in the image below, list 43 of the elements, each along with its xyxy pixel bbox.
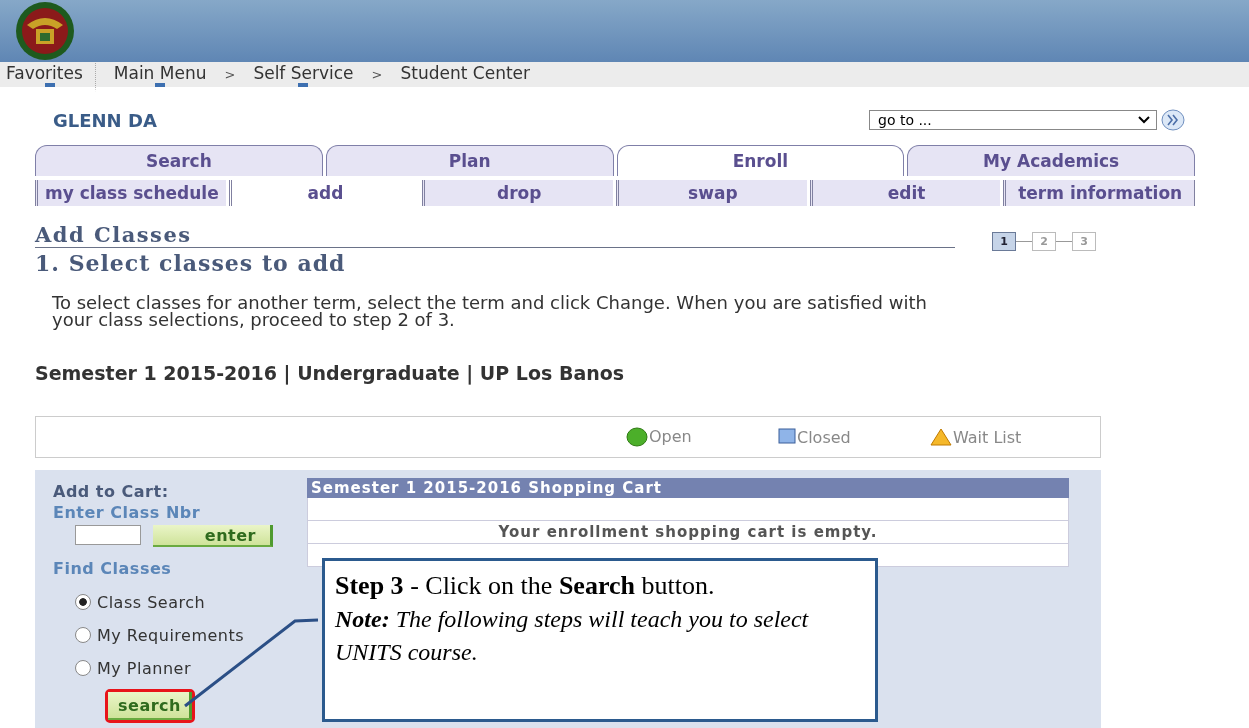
chevron-down-icon: [1138, 116, 1150, 124]
legend-label: Closed: [797, 427, 851, 447]
step-indicator: 2: [1032, 232, 1056, 251]
breadcrumb-link[interactable]: Student Center: [400, 63, 531, 92]
subtab[interactable]: drop: [422, 180, 613, 206]
step-heading: 1. Select classes to add: [35, 250, 347, 276]
cart-message: Your enrollment shopping cart is empty.: [307, 521, 1069, 544]
instructions-text: To select classes for another term, select the term and click Change. When you are satisfied with your class selections, proceed to step 2 of 3.: [52, 294, 928, 328]
cart-header: Semester 1 2015-2016 Shopping Cart: [307, 478, 1069, 498]
tab[interactable]: Search: [35, 145, 323, 176]
tab[interactable]: My Academics: [907, 145, 1195, 176]
subtab[interactable]: swap: [616, 180, 807, 206]
subtab[interactable]: my class schedule: [35, 180, 226, 206]
subtab[interactable]: term information: [1003, 180, 1196, 206]
class-number-field[interactable]: [75, 525, 141, 545]
field-label: Enter Class Nbr: [53, 503, 202, 522]
breadcrumb-separator: >: [224, 67, 236, 82]
callout-note: Note: The following steps will teach you to select UNITS course.: [335, 605, 810, 667]
radio-button[interactable]: [75, 627, 91, 643]
user-name: GLENN DA: [52, 109, 157, 131]
radio-label[interactable]: My Planner: [97, 658, 191, 678]
enter-button[interactable]: enter: [153, 525, 273, 547]
field-label: Find Classes: [53, 559, 173, 578]
legend-label: Wait List: [953, 427, 1022, 447]
radio-label[interactable]: My Requirements: [97, 625, 245, 645]
step-indicator: 3: [1072, 232, 1096, 251]
callout-title: Step 3 - Click on the Search button.: [335, 571, 716, 601]
legend-label: Open: [649, 427, 692, 446]
radio-button[interactable]: [75, 594, 91, 610]
breadcrumb-separator: >: [371, 67, 383, 82]
search-button[interactable]: search: [108, 692, 192, 720]
tab[interactable]: Enroll: [616, 145, 905, 176]
page-title: Add Classes: [35, 222, 193, 247]
term-label: Semester 1 2015-2016 | Undergraduate | UP Los Banos: [35, 362, 626, 384]
radio-button[interactable]: [75, 660, 91, 676]
subtab[interactable]: edit: [809, 180, 1001, 206]
go-button[interactable]: [1161, 109, 1185, 131]
section-label: Add to Cart:: [53, 482, 170, 501]
breadcrumb-link[interactable]: Favorites: [6, 63, 96, 92]
tab[interactable]: Plan: [325, 145, 614, 176]
step-indicator: 1: [992, 232, 1016, 251]
radio-label[interactable]: Class Search: [97, 592, 206, 612]
goto-dropdown[interactable]: go to ...: [869, 110, 1157, 130]
